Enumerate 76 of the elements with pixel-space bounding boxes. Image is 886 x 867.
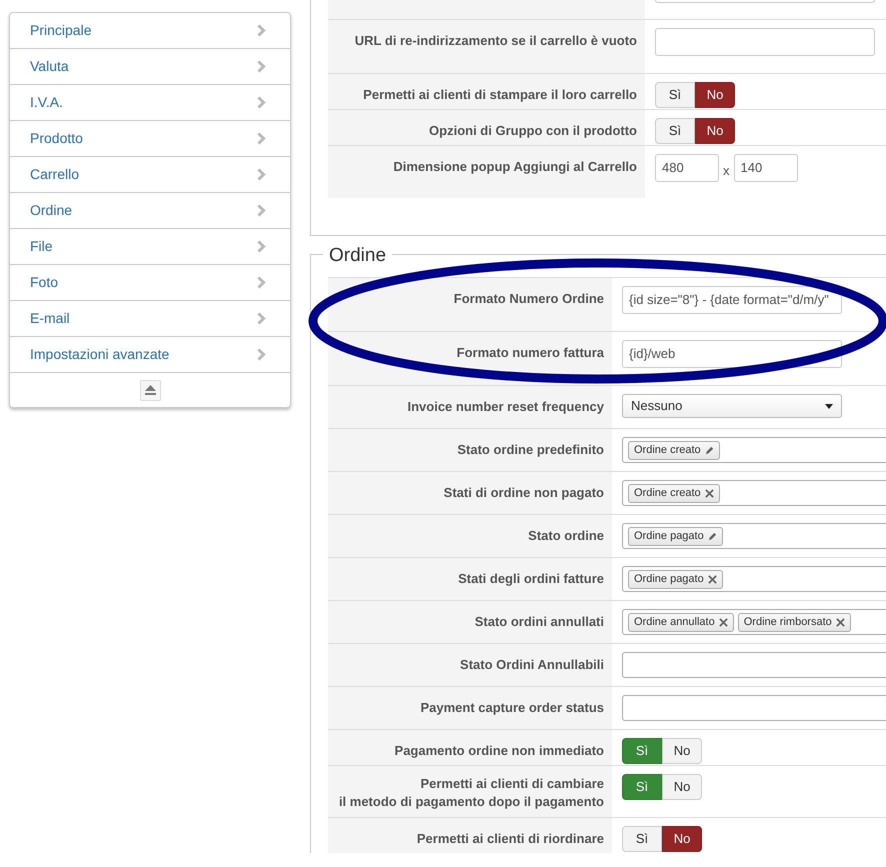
remove-icon [704, 488, 714, 498]
chevron-right-icon [257, 204, 266, 217]
sidebar-item[interactable]: File [10, 229, 290, 265]
remove-icon [718, 618, 728, 626]
field-label: Formato numero fattura [456, 344, 604, 362]
tag-field[interactable] [622, 695, 886, 721]
sidebar-item[interactable]: Carrello [10, 157, 290, 193]
tag-field[interactable]: Ordine pagato [622, 523, 886, 549]
sidebar-item[interactable]: Impostazioni avanzate [10, 337, 290, 373]
chevron-right-icon [257, 240, 266, 253]
sidebar-item[interactable]: Foto [10, 265, 290, 301]
tag[interactable]: Ordine annullato [628, 612, 734, 632]
sidebar-item[interactable]: Valuta [10, 49, 290, 85]
toggle-option[interactable]: No [662, 826, 702, 852]
tag-field[interactable]: Ordine creato [622, 480, 886, 506]
field-label: Stati degli ordini fatture [458, 570, 604, 588]
field-label: Stato ordine predefinito [457, 441, 604, 459]
input-field[interactable]: {id size="8"} - {date format="d/m/y" [622, 286, 842, 314]
toggle-option[interactable]: No [695, 118, 735, 144]
sidebar-item[interactable]: Ordine [10, 193, 290, 229]
field-label: Permetti ai clienti di cambiare il metodo di pagamento dopo il pagamento [338, 775, 604, 811]
tag[interactable]: Ordine creato [628, 484, 720, 502]
tag-field[interactable]: Ordine creato [622, 437, 886, 463]
collapse-button[interactable] [140, 380, 160, 400]
field-label: Formato Numero Ordine [454, 290, 604, 308]
field-label: Stato Ordini Annullabili [460, 656, 604, 674]
chevron-right-icon [257, 312, 266, 325]
times-sign: x [723, 162, 730, 180]
toggle-option[interactable]: Sì [622, 774, 662, 800]
sidebar-item[interactable]: Principale [10, 13, 290, 49]
sidebar-item[interactable]: E-mail [10, 301, 290, 337]
chevron-right-icon [257, 348, 266, 361]
chevron-right-icon [257, 168, 266, 181]
pencil-icon [708, 532, 717, 540]
tag-field[interactable]: Ordine pagato [622, 566, 886, 592]
tag-field[interactable] [622, 652, 886, 678]
field-label: Dimensione popup Aggiungi al Carrello [393, 158, 637, 176]
sidebar-item[interactable]: Prodotto [10, 121, 290, 157]
field-label: Pagamento ordine non immediato [394, 742, 604, 760]
chevron-right-icon [257, 96, 266, 109]
toggle-option[interactable]: Sì [655, 82, 695, 108]
toggle-option[interactable]: No [662, 774, 702, 800]
chevron-right-icon [257, 60, 266, 73]
tag[interactable]: Ordine pagato [628, 526, 723, 546]
chevron-right-icon [257, 132, 266, 145]
field-label: Permetti ai clienti di riordinare [416, 830, 604, 848]
field-label: Payment capture order status [420, 699, 604, 717]
toggle-option[interactable]: Sì [622, 738, 662, 764]
input-field[interactable]: 480 [655, 154, 719, 182]
tag[interactable]: Ordine creato [628, 440, 720, 460]
section-title: Ordine [329, 245, 386, 266]
toggle-option[interactable]: Sì [622, 826, 662, 852]
tag[interactable]: Ordine pagato [628, 570, 723, 588]
input-field[interactable]: 140 [734, 154, 798, 182]
field-label: URL di re-indirizzamento se il carrello è vuoto [354, 32, 637, 50]
caret-icon [825, 404, 833, 408]
field-label: Opzioni di Gruppo con il prodotto [429, 122, 637, 140]
input-field[interactable] [655, 28, 875, 56]
dropdown[interactable]: Nessuno [622, 394, 842, 418]
chevron-right-icon [257, 276, 266, 289]
field-label: Stati di ordine non pagato [444, 484, 604, 502]
tag[interactable]: Ordine rimborsato [738, 612, 851, 632]
field-label: Stato ordini annullati [474, 613, 604, 631]
toggle-option[interactable]: Sì [655, 118, 695, 144]
toggle-option[interactable]: No [662, 738, 702, 764]
remove-icon [708, 574, 717, 584]
remove-icon [836, 618, 845, 626]
field-label: Stato ordine [528, 527, 604, 545]
field-label: Invoice number reset frequency [407, 398, 604, 416]
tag-field[interactable]: Ordine annullato Ordine rimborsato [622, 609, 886, 635]
eject-icon [144, 385, 156, 395]
pencil-icon [704, 446, 714, 454]
field-label: Permetti ai clienti di stampare il loro carrello [363, 86, 637, 104]
chevron-right-icon [257, 24, 266, 37]
toggle-option[interactable]: No [695, 82, 735, 108]
sidebar-item[interactable]: I.V.A. [10, 85, 290, 121]
